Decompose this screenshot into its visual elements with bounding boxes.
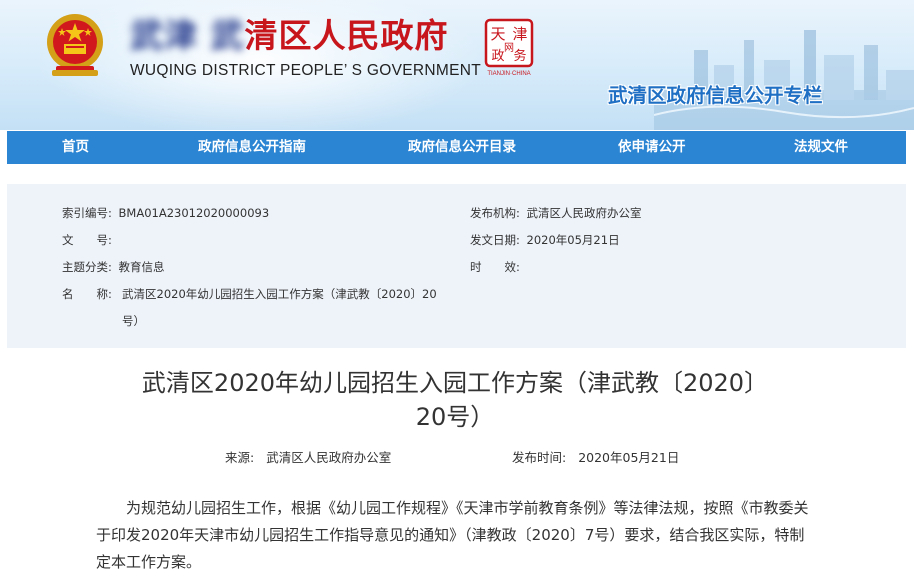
- info-docno-row: 文 号:: [62, 232, 116, 248]
- article-source: 来源: 武清区人民政府办公室: [225, 449, 391, 467]
- seal-char-1: 天: [490, 25, 505, 43]
- info-name-value-line2: 号）: [122, 314, 145, 328]
- name-label: 名 称:: [62, 287, 112, 301]
- seal-caption: TIANJIN·CHINA: [487, 71, 530, 77]
- info-name-value-line1: 武清区2020年幼儿园招生入园工作方案（津武教〔2020〕20: [122, 287, 437, 301]
- tianjin-seal-logo: 天 津 政 务 网 TIANJIN·CHINA: [484, 18, 534, 77]
- index-value: BMA01A23012020000093: [118, 206, 270, 220]
- nav-item-guide[interactable]: 政府信息公开指南: [198, 138, 306, 156]
- info-valid-row: 时 效:: [470, 259, 524, 275]
- info-name-label-row: 名 称:: [62, 286, 112, 302]
- article-paragraph: 为规范幼儿园招生工作，根据《幼儿园工作规程》《天津市学前教育条例》等法律法规，按…: [96, 499, 809, 571]
- site-title-en: WUQING DISTRICT PEOPLE’ S GOVERNMENT: [130, 62, 481, 79]
- topic-label: 主题分类:: [62, 260, 112, 274]
- seal-char-3: 政: [491, 49, 504, 64]
- article-title: 武清区2020年幼儿园招生入园工作方案（津武教〔2020〕 20号）: [70, 366, 840, 434]
- valid-label: 时 效:: [470, 260, 520, 274]
- topic-value: 教育信息: [118, 260, 165, 274]
- seal-char-2: 津: [512, 25, 527, 43]
- national-emblem-icon: [47, 14, 103, 76]
- org-label: 发布机构:: [470, 206, 520, 220]
- article-pubtime: 发布时间: 2020年05月21日: [512, 449, 679, 467]
- nav-item-apply[interactable]: 依申请公开: [618, 138, 686, 156]
- date-label: 发文日期:: [470, 233, 520, 247]
- doc-no-label: 文 号:: [62, 233, 112, 247]
- nav-item-home[interactable]: 首页: [62, 138, 89, 156]
- org-value: 武清区人民政府办公室: [526, 206, 642, 220]
- doc-info-box: 索引编号: BMA01A23012020000093 文 号: 主题分类: 教育…: [7, 184, 906, 348]
- header-banner: 武津 武清区人民政府 WUQING DISTRICT PEOPLE’ S GOV…: [0, 0, 914, 130]
- article-title-line1: 武清区2020年幼儿园招生入园工作方案（津武教〔2020〕: [141, 369, 769, 397]
- nav-item-regulations[interactable]: 法规文件: [794, 138, 848, 156]
- banner-subtitle: 武清区政府信息公开专栏: [608, 84, 823, 107]
- main-nav: 首页 政府信息公开指南 政府信息公开目录 依申请公开 法规文件: [7, 131, 906, 164]
- site-title-cn: 武津 武清区人民政府: [130, 16, 449, 55]
- city-skyline-graphic: [654, 30, 914, 130]
- seal-char-4: 务: [513, 48, 526, 64]
- info-topic-row: 主题分类: 教育信息: [62, 259, 165, 275]
- source-value: 武清区人民政府办公室: [266, 450, 392, 465]
- seal-char-5: 网: [504, 42, 514, 54]
- info-org-row: 发布机构: 武清区人民政府办公室: [470, 205, 642, 221]
- info-date-row: 发文日期: 2020年05月21日: [470, 232, 620, 248]
- nav-item-catalog[interactable]: 政府信息公开目录: [408, 138, 516, 156]
- pubtime-value: 2020年05月21日: [578, 450, 680, 465]
- date-value: 2020年05月21日: [526, 233, 620, 247]
- index-label: 索引编号:: [62, 206, 112, 220]
- pubtime-label: 发布时间:: [512, 450, 567, 465]
- article-title-line2: 20号）: [415, 403, 495, 431]
- source-label: 来源:: [225, 450, 255, 465]
- info-index-row: 索引编号: BMA01A23012020000093: [62, 205, 269, 221]
